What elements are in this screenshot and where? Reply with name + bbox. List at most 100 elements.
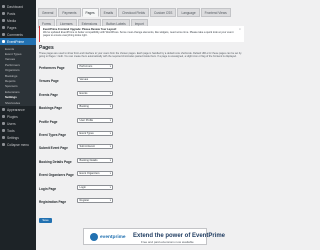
banner-subline: Free and paid extensions now available [141, 240, 194, 244]
page-select-value: Booking [79, 105, 89, 109]
tab-item[interactable]: Language [177, 8, 200, 17]
sidebar-item[interactable]: Posts [0, 10, 36, 17]
page-select-value: Event Organizers [79, 172, 100, 176]
chevron-down-icon: ▾ [109, 172, 111, 176]
sidebar-item[interactable]: Settings [0, 134, 36, 141]
tab-item[interactable]: General [38, 8, 58, 17]
tab-item[interactable]: Custom CSS [150, 8, 177, 17]
page-select[interactable]: Events ▾ [77, 90, 113, 96]
sidebar-item[interactable]: Plugins [0, 113, 36, 120]
sidebar-item-label: EventPrime [7, 39, 25, 44]
chevron-down-icon: ▾ [109, 199, 111, 202]
calendar-icon [2, 40, 5, 43]
page-select-value: Login [79, 185, 86, 189]
page-select[interactable]: Login ▾ [77, 184, 113, 190]
sidebar-item[interactable]: Comments [0, 31, 36, 38]
page-select-value: Booking Details [79, 158, 98, 162]
page-select-value: Submit Event [79, 145, 95, 149]
page-select[interactable]: Venues ▾ [77, 77, 113, 83]
sidebar-item[interactable]: Pages [0, 24, 36, 31]
sidebar-item-label: Pages [7, 25, 17, 30]
sidebar-item-label: Settings [7, 135, 19, 140]
banner-logo-text: eventprime [100, 234, 126, 240]
settings-row: Event Organizers Page Event Organizers ▾ [39, 171, 244, 181]
sidebar-item-label: Plugins [7, 114, 18, 119]
chevron-down-icon: ▾ [109, 158, 111, 162]
collapse-icon [2, 143, 5, 147]
settings-row: Venues Page Venues ▾ [39, 77, 244, 87]
row-label: Venues Page [39, 79, 59, 84]
chevron-down-icon: ▾ [109, 145, 111, 149]
sidebar-item[interactable]: Users [0, 120, 36, 127]
page-select-value: Venues [79, 78, 89, 82]
sidebar-item[interactable]: Tools [0, 127, 36, 134]
settings-row: Login Page Login ▾ [39, 184, 244, 195]
page-select-value: User Profile [79, 118, 94, 122]
page-select[interactable]: Booking ▾ [77, 104, 113, 110]
sidebar-item-label: Posts [7, 11, 16, 16]
settings-row: Submit Event Page Submit Event ▾ [39, 144, 244, 154]
sidebar-item-label: Dashboard [7, 4, 24, 9]
sidebar-item[interactable]: Dashboard [0, 3, 36, 10]
dismiss-icon[interactable]: × [239, 27, 242, 31]
page-select[interactable]: User Profile ▾ [77, 117, 113, 123]
chevron-down-icon: ▾ [109, 65, 111, 68]
row-label: Performers Page [39, 66, 65, 70]
banner-headline: Extend the power of EventPrime [133, 232, 226, 239]
tab-item[interactable]: Emails [99, 8, 118, 17]
page-select[interactable]: Booking Details ▾ [77, 157, 113, 163]
chevron-down-icon: ▾ [109, 132, 111, 135]
page-select[interactable]: Register ▾ [77, 198, 113, 203]
row-label: Event Organizers Page [39, 173, 74, 178]
row-label: Submit Event Page [39, 146, 68, 151]
sidebar-item-label: Appearance [7, 107, 25, 112]
sidebar-item-label: Collapse menu [7, 142, 29, 147]
chevron-down-icon: ▾ [109, 118, 111, 122]
page-select-value: Events [79, 91, 88, 95]
page-select[interactable]: Submit Event ▾ [77, 144, 113, 150]
upgrade-notice: EventPrime Frontend Upgrade: Please Revi… [39, 26, 244, 42]
chevron-down-icon: ▾ [109, 78, 111, 82]
sidebar-item-label: Comments [7, 32, 23, 37]
page-select[interactable]: Performers ▾ [77, 64, 113, 69]
row-label: Profile Page [39, 119, 58, 124]
extensions-banner[interactable]: eventprime Extend the power of EventPrim… [83, 228, 225, 245]
row-label: Booking Details Page [39, 159, 72, 164]
row-label: Events Page [39, 92, 58, 97]
row-label: Event Types Page [39, 133, 67, 137]
save-button[interactable]: Save [39, 218, 52, 223]
notice-body: We've updated EventPrime to better compa… [43, 30, 234, 37]
page-icon [2, 26, 5, 29]
sidebar-subitem[interactable]: Shortcodes [0, 100, 36, 105]
row-label: Bookings Page [39, 106, 63, 111]
sidebar-submenu: Events Event Types Venues Performers Organiz… [0, 45, 36, 107]
pages-description: These pages are used to show front-end i… [39, 52, 242, 59]
brush-icon [2, 108, 5, 112]
media-icon [2, 19, 5, 22]
pin-icon [2, 12, 5, 15]
settings-row: Booking Details Page Booking Details ▾ [39, 157, 244, 168]
tab-item[interactable]: Payments [58, 8, 81, 17]
tab-item[interactable]: Frontend Views [200, 8, 231, 17]
settings-row: Performers Page Performers ▾ [39, 64, 244, 74]
settings-row: Event Types Page Event Types ▾ [39, 131, 244, 141]
sidebar-item[interactable]: EventPrime [0, 38, 36, 45]
chevron-down-icon: ▾ [109, 185, 111, 189]
tab-item[interactable]: Checkout Fields [118, 8, 150, 17]
sidebar-item[interactable]: Appearance [0, 106, 36, 113]
page-select[interactable]: Event Organizers ▾ [77, 171, 113, 177]
sidebar-item[interactable]: Collapse menu [0, 141, 36, 148]
sidebar-item-label: Media [7, 18, 16, 23]
settings-row: Profile Page User Profile ▾ [39, 117, 244, 128]
sidebar-item[interactable]: Media [0, 17, 36, 24]
settings-row: Bookings Page Booking ▾ [39, 104, 244, 114]
sidebar-item-label: Users [7, 121, 16, 126]
wrench-icon [2, 129, 5, 133]
tab-item[interactable]: Pages [81, 8, 99, 17]
page-title: Pages [39, 45, 54, 51]
page-select-value: Performers [79, 65, 93, 68]
page-select[interactable]: Event Types ▾ [77, 131, 113, 136]
row-label: Login Page [39, 186, 57, 191]
user-icon [2, 122, 5, 126]
chevron-down-icon: ▾ [109, 105, 111, 109]
